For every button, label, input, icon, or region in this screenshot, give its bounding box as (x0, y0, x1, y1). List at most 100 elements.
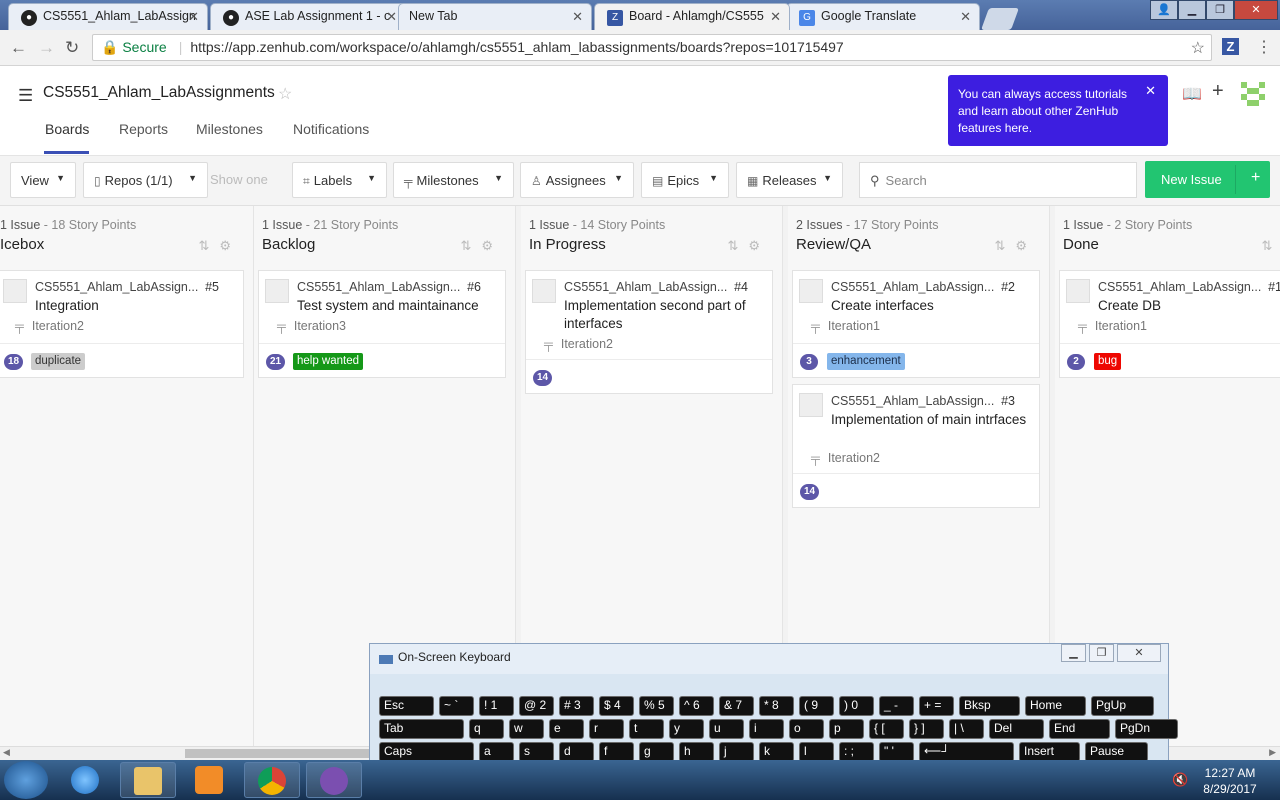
new-issue-button[interactable]: New Issue + (1145, 161, 1270, 198)
osk-key[interactable]: @ 2 (519, 696, 554, 716)
issue-title[interactable]: Test system and maintainance (297, 297, 497, 315)
book-icon[interactable]: 📖 (1182, 84, 1202, 104)
issue-title[interactable]: Create interfaces (831, 297, 1031, 315)
github-desktop-icon[interactable] (306, 762, 362, 798)
epics-dropdown[interactable]: ▤ Epics ▼ (641, 162, 729, 198)
zenhub-extension-icon[interactable]: Z (1222, 38, 1239, 55)
issue-label[interactable]: duplicate (31, 353, 86, 370)
windows-start-icon[interactable] (4, 761, 48, 799)
osk-key[interactable]: PgUp (1091, 696, 1154, 716)
osk-key[interactable]: g (639, 742, 674, 762)
osk-key[interactable]: w (509, 719, 544, 739)
tab-new-tab[interactable]: New Tab ✕ (398, 3, 592, 30)
osk-key[interactable]: f (599, 742, 634, 762)
osk-key[interactable]: p (829, 719, 864, 739)
tab-milestones[interactable]: Milestones (196, 121, 263, 137)
view-dropdown[interactable]: View ▼ (10, 162, 76, 198)
volume-icon[interactable]: 🔇 (1172, 772, 1188, 788)
osk-key[interactable]: y (669, 719, 704, 739)
osk-key[interactable]: k (759, 742, 794, 762)
search-input[interactable]: ⚲ Search (859, 162, 1137, 198)
window-close-icon[interactable]: ✕ (1234, 0, 1278, 20)
assignees-dropdown[interactable]: ♙ Assignees ▼ (520, 162, 634, 198)
issue-card[interactable]: CS5551_Ahlam_LabAssign... #2 Create interf… (792, 270, 1040, 378)
issue-label[interactable]: bug (1094, 353, 1122, 370)
minimize-icon[interactable]: ▁ (1061, 644, 1086, 662)
tab-boards[interactable]: Boards (45, 121, 89, 137)
issue-card[interactable]: CS5551_Ahlam_LabAssign... #4 Implementatio… (525, 270, 773, 394)
chrome-icon[interactable] (244, 762, 300, 798)
osk-key[interactable]: o (789, 719, 824, 739)
osk-key[interactable]: l (799, 742, 834, 762)
minimize-icon[interactable]: ▁ (1178, 0, 1206, 20)
osk-key[interactable]: j (719, 742, 754, 762)
osk-key[interactable]: : ; (839, 742, 874, 762)
media-player-icon[interactable] (182, 762, 238, 798)
scroll-right-icon[interactable]: ▶ (1269, 747, 1276, 758)
osk-key[interactable]: $ 4 (599, 696, 634, 716)
issue-card[interactable]: CS5551_Ahlam_LabAssign... #5 Integration ╤ I… (0, 270, 244, 378)
maximize-icon[interactable]: ❐ (1206, 0, 1234, 20)
issue-title[interactable]: Implementation second part of interfaces (564, 297, 764, 333)
osk-key[interactable]: * 8 (759, 696, 794, 716)
reload-icon[interactable]: ↻ (65, 38, 79, 58)
tab-notifications[interactable]: Notifications (293, 121, 369, 137)
osk-key[interactable]: t (629, 719, 664, 739)
tab-reports[interactable]: Reports (119, 121, 168, 137)
osk-key[interactable]: e (549, 719, 584, 739)
releases-dropdown[interactable]: ▦ Releases ▼ (736, 162, 843, 198)
osk-key[interactable]: Bksp (959, 696, 1020, 716)
osk-key[interactable]: Home (1025, 696, 1086, 716)
new-tab-button[interactable] (980, 8, 1020, 30)
gear-icon[interactable]: ⚙ (748, 238, 770, 253)
show-one-toggle[interactable]: Show one (210, 172, 268, 187)
bookmark-star-icon[interactable]: ☆ (1191, 38, 1205, 58)
favorite-star-icon[interactable]: ☆ (278, 84, 292, 104)
close-icon[interactable]: ✕ (1117, 644, 1161, 662)
osk-key[interactable]: + = (919, 696, 954, 716)
sort-icon[interactable]: ⇅ (727, 238, 748, 253)
issue-card[interactable]: CS5551_Ahlam_LabAssign... #6 Test system a… (258, 270, 506, 378)
tab-github-lab[interactable]: ● CS5551_Ahlam_LabAssign ✕ (8, 3, 208, 30)
file-explorer-icon[interactable] (120, 762, 176, 798)
gear-icon[interactable]: ⚙ (1015, 238, 1037, 253)
tab-google-translate[interactable]: G Google Translate ✕ (786, 3, 980, 30)
scrollbar-thumb[interactable] (185, 749, 375, 758)
sort-icon[interactable]: ⇅ (198, 238, 219, 253)
osk-key[interactable]: & 7 (719, 696, 754, 716)
osk-key[interactable]: ⟵┘ (919, 742, 1014, 762)
issue-label[interactable]: enhancement (827, 353, 905, 370)
issue-label[interactable]: help wanted (293, 353, 364, 370)
osk-key[interactable]: " ' (879, 742, 914, 762)
chrome-menu-icon[interactable]: ⋮ (1256, 37, 1272, 57)
osk-key[interactable]: s (519, 742, 554, 762)
tab-github-ase[interactable]: ● ASE Lab Assignment 1 - c ✕ (210, 3, 406, 30)
tab-zenhub-board[interactable]: Z Board - Ahlamgh/CS555 ✕ (594, 3, 790, 30)
scroll-left-icon[interactable]: ◀ (3, 747, 10, 758)
osk-key[interactable]: } ] (909, 719, 944, 739)
close-icon[interactable]: ✕ (1145, 82, 1156, 99)
osk-key[interactable]: ^ 6 (679, 696, 714, 716)
close-tab-icon[interactable]: ✕ (386, 9, 397, 25)
osk-key[interactable]: h (679, 742, 714, 762)
osk-key[interactable]: Tab (379, 719, 464, 739)
issue-title[interactable]: Implementation of main intrfaces (831, 411, 1031, 429)
sort-icon[interactable]: ⇅ (994, 238, 1015, 253)
plus-icon[interactable]: + (1212, 80, 1224, 103)
issue-card[interactable]: CS5551_Ahlam_LabAssign... #3 Implementatio… (792, 384, 1040, 508)
gear-icon[interactable]: ⚙ (481, 238, 503, 253)
osk-key[interactable]: i (749, 719, 784, 739)
osk-key[interactable]: Caps (379, 742, 474, 762)
close-tab-icon[interactable]: ✕ (572, 9, 583, 25)
url-field[interactable]: 🔒 Secure | https://app.zenhub.com/workspac… (92, 34, 1212, 61)
osk-key[interactable]: a (479, 742, 514, 762)
milestones-dropdown[interactable]: ╤ Milestones ▼ (393, 162, 514, 198)
close-tab-icon[interactable]: ✕ (188, 9, 199, 25)
osk-key[interactable]: q (469, 719, 504, 739)
close-tab-icon[interactable]: ✕ (770, 9, 781, 25)
back-icon[interactable]: ← (10, 38, 27, 58)
osk-key[interactable]: Insert (1019, 742, 1080, 762)
osk-key[interactable]: Esc (379, 696, 434, 716)
osk-key[interactable]: ~ ` (439, 696, 474, 716)
osk-key[interactable]: | \ (949, 719, 984, 739)
